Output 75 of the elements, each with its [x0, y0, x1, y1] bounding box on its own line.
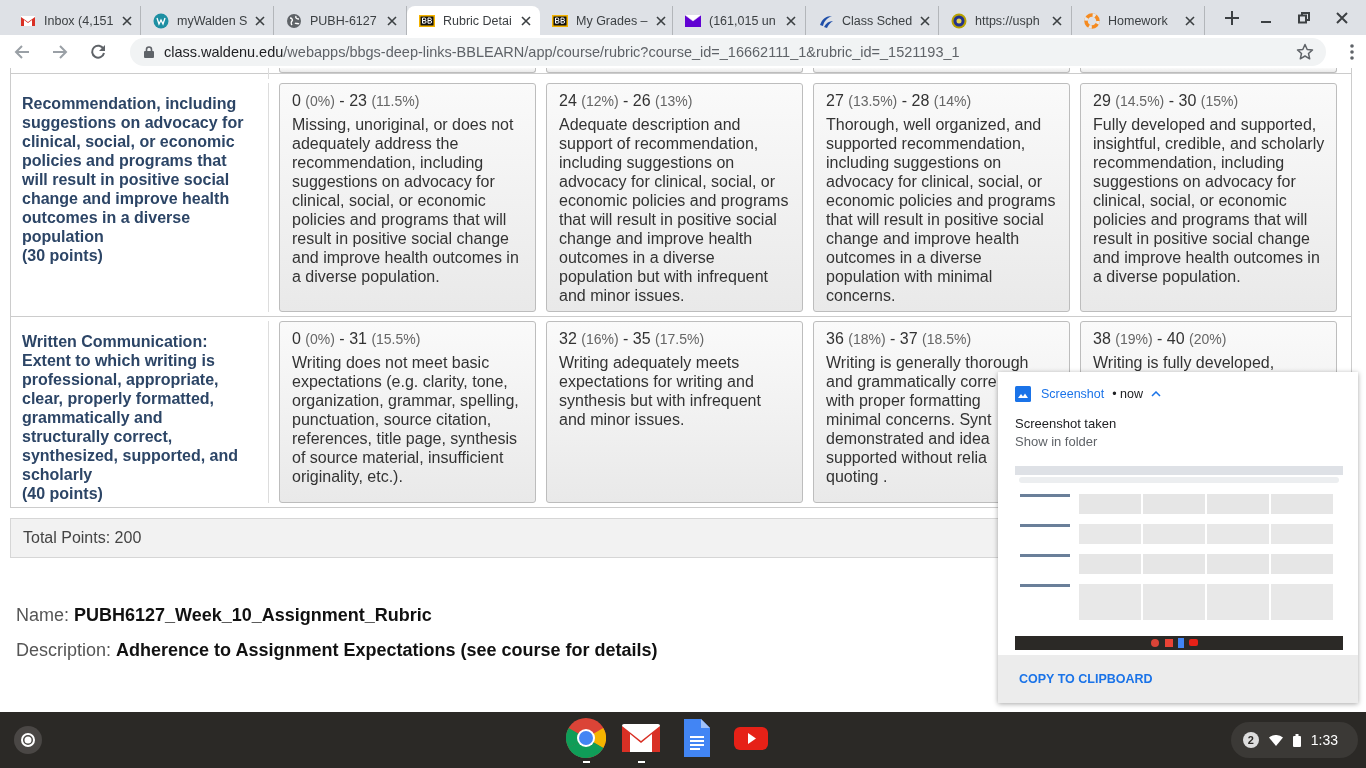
rubric-cell[interactable]	[279, 83, 536, 312]
criterion-description: Writing is fully developed,	[1093, 353, 1276, 372]
criterion-points: (30 points)	[22, 246, 104, 265]
seal-icon	[951, 12, 967, 29]
field-value: PUBH6127_Week_10_Assignment_Rubric	[74, 605, 432, 625]
rubric-cell[interactable]	[546, 83, 803, 312]
description-line: and grammatically corre	[826, 372, 997, 391]
criterion-description: Thorough, well organized, and supported recommendation, including suggestions on advocacy for clinical, social, or economic policies and programs that will result in positive social change and improve health outcomes in a diverse population with minimal concerns.	[826, 115, 1057, 305]
field-label: Name:	[16, 605, 69, 625]
close-icon[interactable]	[387, 15, 397, 26]
timestamp: • now	[1112, 387, 1143, 401]
image-icon	[1015, 386, 1031, 402]
battery-icon	[1292, 733, 1301, 747]
star-icon[interactable]	[1296, 42, 1314, 61]
total-points: Total Points: 200	[23, 529, 142, 547]
field-value: Adherence to Assignment Expectations (see course for details)	[116, 640, 658, 660]
back-icon[interactable]	[14, 43, 30, 60]
close-icon[interactable]	[255, 15, 266, 26]
blackboard-logo-icon	[552, 12, 568, 29]
copy-to-clipboard-button[interactable]: COPY TO CLIPBOARD	[1012, 668, 1160, 690]
criterion-title: Recommendation, including suggestions on advocacy for clinical, social, or economic policies and programs that will result in positive social change and improve health outcomes in a diverse population	[22, 94, 245, 246]
score-range: 36 (18%) - 37 (18.5%)	[826, 329, 973, 349]
lock-icon	[144, 45, 154, 58]
caret-icon[interactable]	[1151, 391, 1161, 397]
score-range: 24 (12%) - 26 (13%)	[559, 91, 694, 111]
criterion-description: Missing, unoriginal, or does not adequately address the recommendation, including suggestions on advocacy for clinical, social, or economic policies and programs that will result in positive social change and improve health outcomes in a diverse population.	[292, 115, 520, 286]
status-tray[interactable]: 2 1:33	[1230, 722, 1358, 758]
description-line: with proper formatting	[826, 391, 981, 410]
close-icon[interactable]	[121, 15, 132, 26]
close-icon[interactable]	[786, 15, 796, 26]
close-icon[interactable]	[521, 15, 531, 26]
description-line: supported without relia	[826, 448, 987, 467]
lifebuoy-icon	[1084, 12, 1100, 29]
score-range: 0 (0%) - 23 (11.5%)	[292, 91, 421, 111]
criterion-description: Writing does not meet basic expectations (e.g. clarity, tone, organization, grammar, spelling, punctuation, source citation, references, title page, synthesis of source material, insufficient originality, etc.).	[292, 353, 520, 486]
launcher-icon[interactable]	[14, 726, 42, 754]
restore-icon[interactable]	[1298, 11, 1310, 24]
notification-count: 2	[1242, 732, 1259, 748]
close-icon[interactable]	[1336, 11, 1348, 24]
criterion-description: Writing adequately meets expectations for writing and synthesis but with infrequent and minor issues.	[559, 353, 762, 429]
description-line: quoting .	[826, 467, 888, 486]
chrome-icon[interactable]	[566, 718, 606, 758]
wifi-icon	[1268, 734, 1283, 746]
score-range: 32 (16%) - 35 (17.5%)	[559, 329, 706, 349]
criterion-description: Adequate description and support of recommendation, including suggestions on advocacy for clinical, social, or economic policies and programs that will result in positive social change and improve health outcomes in a diverse population but with infrequent and minor issues.	[559, 115, 790, 305]
score-range: 0 (0%) - 31 (15.5%)	[292, 329, 422, 349]
score-range: 38 (19%) - 40 (20%)	[1093, 329, 1228, 349]
close-icon[interactable]	[655, 15, 666, 26]
score-range: 27 (13.5%) - 28 (14%)	[826, 91, 973, 111]
reload-icon[interactable]	[90, 43, 106, 60]
more-menu-icon[interactable]	[1350, 43, 1354, 60]
browser-tab[interactable]: Rubric Detai	[407, 6, 540, 35]
close-icon[interactable]	[920, 15, 931, 26]
rubric-cell[interactable]	[813, 83, 1070, 312]
forward-icon[interactable]	[52, 43, 68, 60]
globe-icon	[286, 12, 302, 29]
rubric-cell[interactable]: 32 (16%) - 35 (17.5%) Writing adequately meets expectations for writing and synthesis but with infrequent and minor issues.	[546, 321, 803, 503]
new-tab-icon[interactable]	[1225, 10, 1239, 25]
envelope-icon	[685, 12, 701, 29]
field-label: Description:	[16, 640, 112, 660]
blackboard-logo-icon	[419, 12, 435, 29]
rubric-cell[interactable]	[279, 321, 536, 503]
address-field[interactable]: class.waldenu.edu/webapps/bbgs-deep-links-BBLEARN/app/course/rubric?course_id=_16662111_1&rubric_id=_1521193_1	[130, 37, 1326, 66]
clock-time: 1:33	[1310, 732, 1338, 748]
w-logo-icon	[153, 12, 169, 29]
close-icon[interactable]	[1052, 15, 1062, 26]
criterion-description: Fully developed and supported, insightful, credible, and scholarly recommendation, including suggestions on advocacy for clinical, social, or economic policies and programs that will result in positive social change and improve health outcomes in a diverse population.	[1093, 115, 1325, 286]
rubric-cell[interactable]	[1080, 83, 1337, 312]
criterion-points: (40 points)	[22, 484, 104, 503]
description-line: demonstrated and idea	[826, 429, 990, 448]
criterion-title: Written Communication: Extent to which writing is professional, appropriate, clear, properly formatted, grammatically and structurally correct, synthesized, supported, and scholarly	[22, 332, 240, 484]
score-range: 29 (14.5%) - 30 (15%)	[1093, 91, 1240, 111]
description-line: Writing is generally thorough	[826, 353, 1029, 372]
close-icon[interactable]	[1185, 15, 1195, 26]
description-line: minimal concerns. Synt	[826, 410, 992, 429]
